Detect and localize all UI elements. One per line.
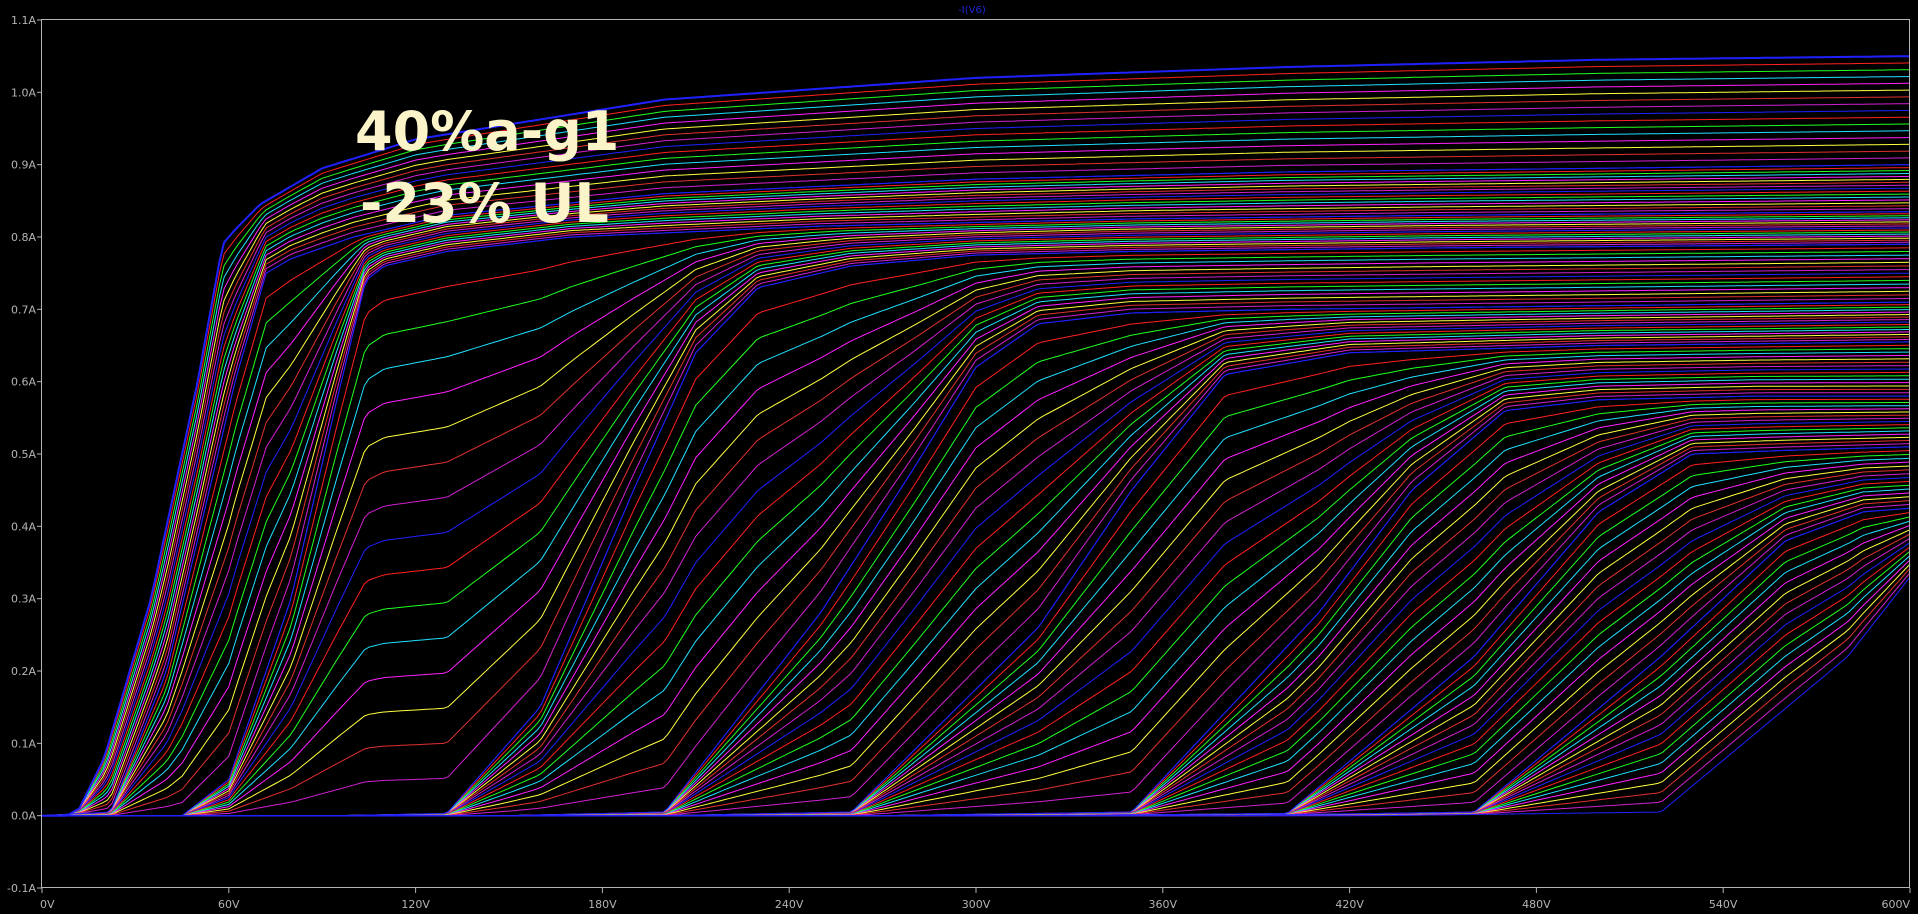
x-tick-label: 0V: [40, 898, 55, 911]
plate-curve: [42, 446, 1911, 817]
plate-curve: [42, 298, 1910, 817]
plate-curve: [41, 173, 1910, 817]
plate-curve: [42, 324, 1910, 817]
plate-curve: [42, 424, 1911, 817]
y-tick-label: 0.4A: [11, 520, 36, 533]
y-tick-label: 0.5A: [11, 448, 36, 461]
plate-curve: [42, 314, 1911, 817]
y-tick-label: 0.7A: [11, 303, 36, 316]
plate-curve: [42, 512, 1911, 817]
x-tick-label: 540V: [1709, 898, 1738, 911]
x-tick-label: 480V: [1522, 898, 1551, 911]
plate-curve: [42, 568, 1911, 817]
plate-curve: [42, 516, 1911, 817]
x-tick-label: 180V: [588, 898, 617, 911]
plate-curve: [42, 450, 1911, 817]
x-tick-label: 240V: [775, 898, 804, 911]
plate-curve: [42, 341, 1910, 817]
plate-curve: [42, 395, 1910, 817]
plate-curve: [42, 533, 1911, 817]
plate-curve: [42, 563, 1911, 817]
plate-curve: [42, 436, 1911, 817]
y-tick-label: 0.9A: [11, 159, 36, 172]
y-tick-label: -0.1A: [7, 882, 36, 895]
plate-curve: [42, 559, 1911, 817]
x-tick-label: 60V: [218, 898, 240, 911]
y-tick-label: 0.8A: [11, 231, 36, 244]
y-tick-label: 0.1A: [11, 737, 36, 750]
chart-plot: -0.1A 0.0A 0.1A 0.2A 0.3A 0.4A 0.5A 0.6A 0.7A 0.8…: [7, 5, 1911, 911]
plate-curve: [42, 395, 1910, 817]
plate-curve: [42, 319, 1911, 817]
y-tick-label: 1.1A: [11, 14, 36, 27]
plate-curve: [41, 190, 1911, 817]
y-tick-label: 0.0A: [11, 810, 36, 823]
trace-label[interactable]: -I(V6): [958, 5, 986, 16]
plate-curve: [42, 365, 1910, 817]
plate-curve: [42, 341, 1910, 817]
plate-curve: [42, 294, 1910, 817]
x-tick-label: 600V: [1881, 898, 1910, 911]
plate-curve: [42, 208, 1911, 817]
plate-curve: [42, 446, 1911, 817]
plate-curve: [42, 457, 1911, 817]
annotation-line-2: -23% UL: [360, 172, 609, 235]
y-tick-label: 0.2A: [11, 665, 36, 678]
y-tick-label: 1.0A: [11, 86, 36, 99]
plate-curve: [42, 276, 1910, 817]
x-tick-label: 420V: [1335, 898, 1364, 911]
y-tick-label: 0.6A: [11, 376, 36, 389]
plate-curve: [42, 408, 1910, 817]
plate-curve: [42, 344, 1910, 817]
plate-curve: [42, 537, 1911, 817]
plate-curve: [41, 103, 1911, 817]
x-tick-label: 300V: [962, 898, 991, 911]
x-tick-label: 360V: [1149, 898, 1178, 911]
trace-layer: [41, 55, 1911, 817]
plate-curve: [42, 62, 1911, 817]
annotation-line-1: 40%a-g1: [355, 100, 619, 163]
plate-curve: [42, 488, 1911, 817]
plate-curve: [42, 433, 1911, 817]
plate-curve: [42, 219, 1911, 817]
plate-curve: [42, 348, 1910, 817]
plate-curve: [42, 473, 1911, 817]
x-tick-label: 120V: [401, 898, 430, 911]
y-tick-label: 0.3A: [11, 593, 36, 606]
plate-curve: [42, 326, 1910, 817]
plate-curve: [42, 484, 1911, 817]
plate-curve: [41, 187, 1910, 817]
